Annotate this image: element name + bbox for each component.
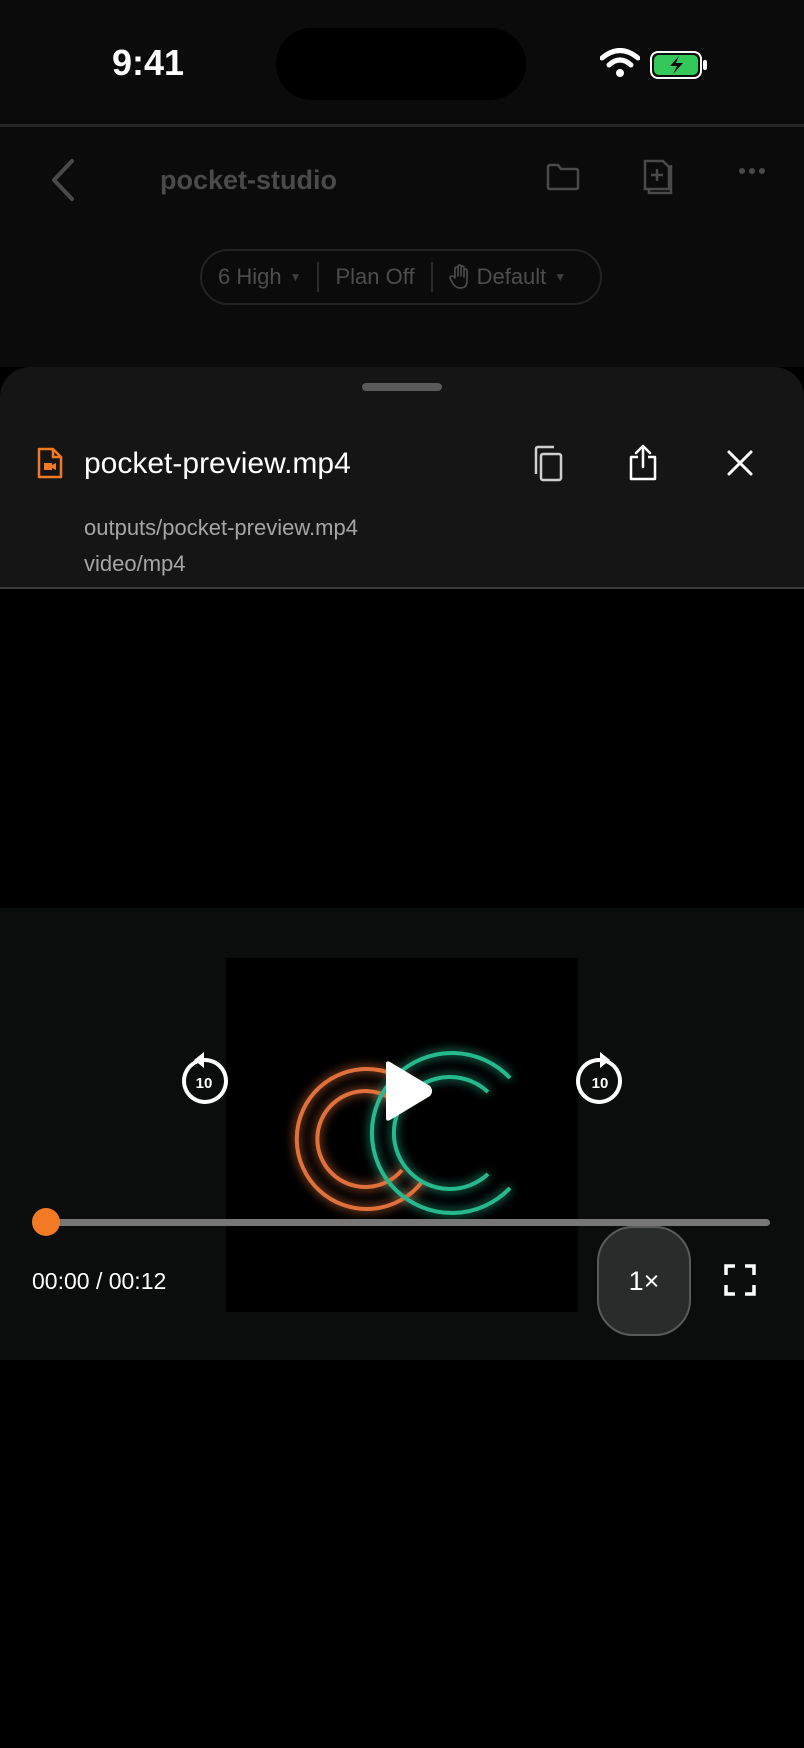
- video-file-icon: [37, 447, 63, 479]
- file-preview-sheet: pocket-preview.mp4 outputs/pocket-previe…: [0, 367, 804, 587]
- neon-logo-image: [294, 1051, 512, 1215]
- model-label: 6 High: [218, 264, 282, 289]
- approval-selector[interactable]: Default ▼: [433, 251, 583, 303]
- video-player: 10 10 00:00 / 00:12 1×: [0, 908, 804, 1360]
- chevron-down-icon: ▼: [554, 270, 567, 284]
- sheet-divider: [0, 587, 804, 589]
- plan-toggle[interactable]: Plan Off: [319, 251, 430, 303]
- copy-icon[interactable]: [532, 445, 564, 483]
- close-icon[interactable]: [726, 449, 754, 477]
- skip-back-seconds: 10: [196, 1075, 213, 1092]
- file-name: pocket-preview.mp4: [84, 447, 351, 480]
- battery-charging-icon: [650, 51, 707, 79]
- app-title: pocket-studio: [160, 165, 338, 195]
- skip-back-icon[interactable]: 10: [178, 1050, 230, 1106]
- playback-speed-label: 1×: [628, 1265, 660, 1296]
- back-chevron-icon[interactable]: [48, 157, 78, 203]
- video-frame[interactable]: [226, 958, 578, 1312]
- wifi-icon: [600, 48, 640, 77]
- file-mime-type: video/mp4: [84, 551, 186, 576]
- seek-bar[interactable]: [42, 1219, 770, 1226]
- model-selector[interactable]: 6 High ▼: [202, 251, 317, 303]
- fullscreen-icon[interactable]: [724, 1264, 756, 1296]
- time-display: 00:00 / 00:12: [32, 1268, 167, 1294]
- session-controls-pill: 6 High ▼ Plan Off Default ▼: [200, 249, 602, 305]
- hand-icon: [448, 264, 468, 289]
- chevron-down-icon: ▼: [289, 270, 302, 284]
- folder-icon[interactable]: [546, 163, 580, 191]
- skip-forward-icon[interactable]: 10: [574, 1050, 626, 1106]
- sheet-grabber[interactable]: [362, 383, 442, 391]
- playback-speed-button[interactable]: 1×: [597, 1226, 691, 1336]
- more-icon[interactable]: [738, 167, 766, 175]
- dynamic-island: [276, 28, 526, 100]
- new-document-icon[interactable]: [643, 157, 675, 197]
- plan-label: Plan Off: [335, 264, 415, 289]
- status-bar: 9:41: [0, 0, 804, 124]
- skip-forward-seconds: 10: [592, 1075, 609, 1092]
- share-icon[interactable]: [628, 443, 658, 481]
- status-time: 9:41: [112, 42, 185, 83]
- app-header: pocket-studio 6 High ▼ Plan Off Default …: [0, 127, 804, 367]
- approval-label: Default: [476, 264, 547, 289]
- seek-bar-handle[interactable]: [32, 1208, 60, 1236]
- file-path: outputs/pocket-preview.mp4: [84, 515, 358, 540]
- play-icon[interactable]: [380, 1060, 434, 1122]
